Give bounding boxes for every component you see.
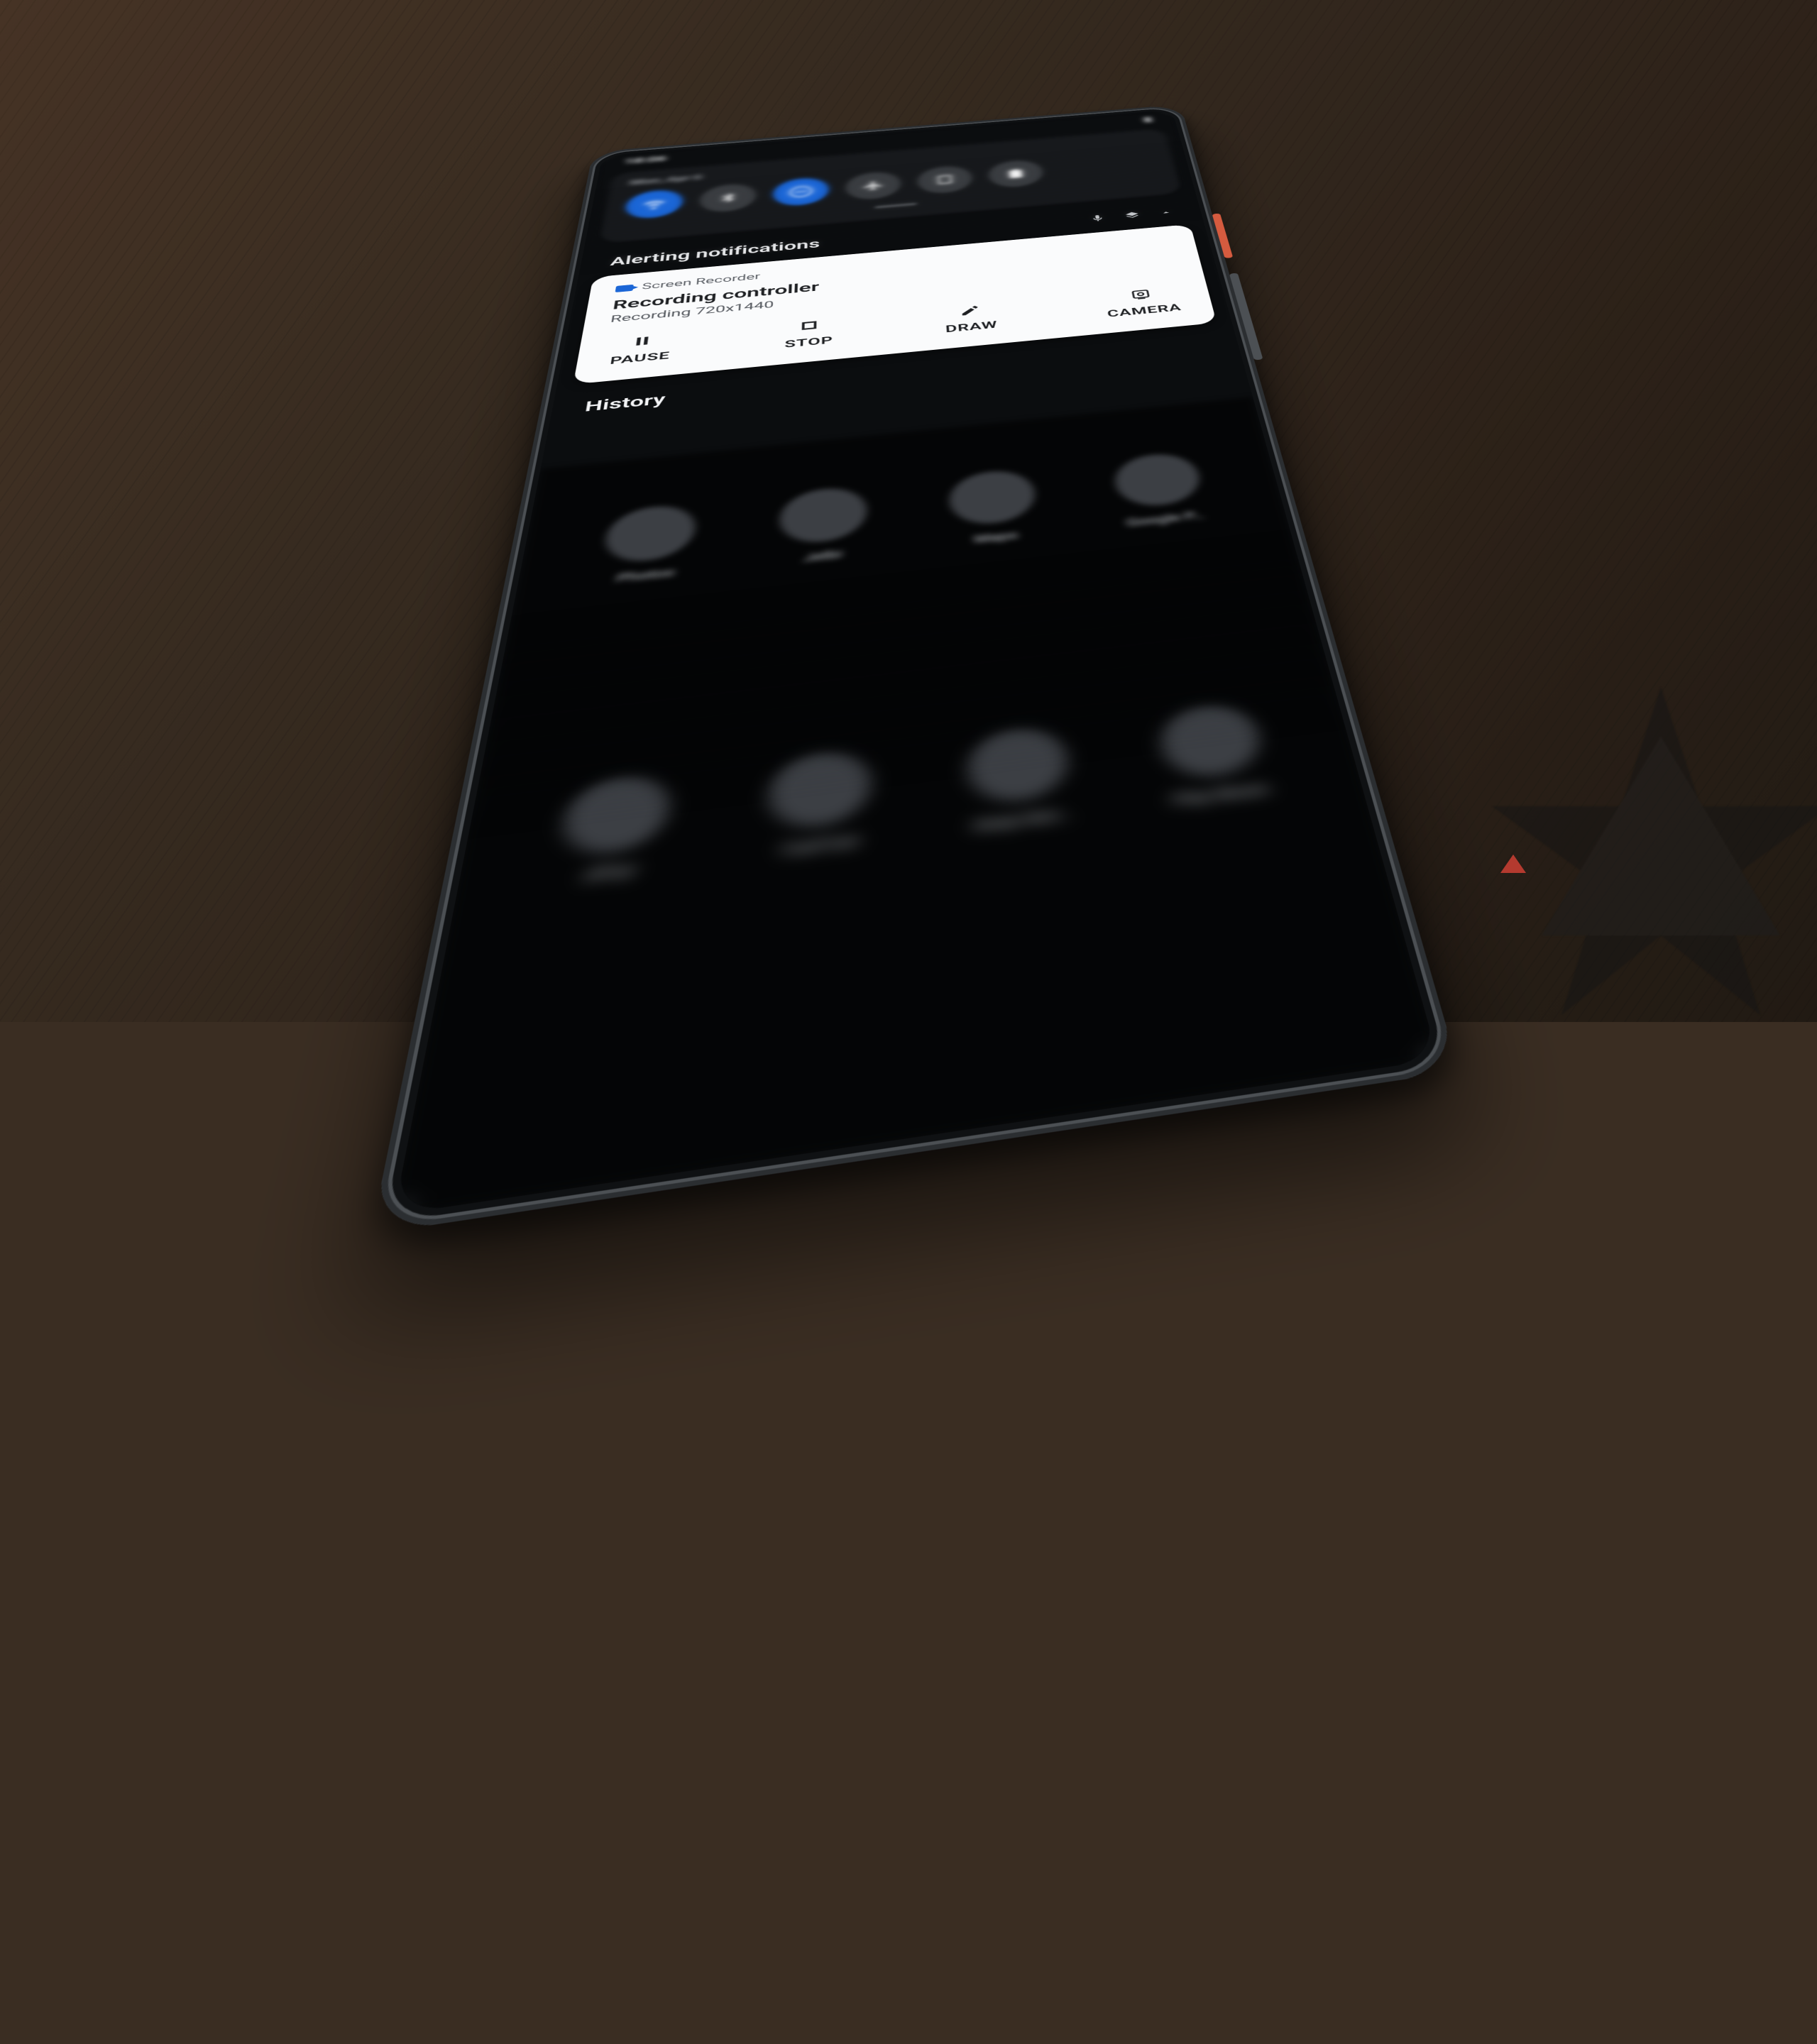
app-label: Jelbi	[803, 547, 842, 564]
stop-label: STOP	[784, 334, 833, 350]
camera-label: CAMERA	[1107, 302, 1182, 319]
layers-icon[interactable]	[1124, 211, 1141, 222]
draw-button[interactable]: DRAW	[944, 302, 999, 335]
battery-icon: ▮	[1143, 115, 1153, 123]
qs-dnd[interactable]	[772, 176, 828, 207]
pencil-icon	[957, 303, 983, 319]
home-grid-dimmed: Photos Jelbi Maps Google P… GPay TickTic…	[394, 397, 1439, 1214]
qs-bluetooth[interactable]	[698, 182, 757, 214]
app-label: Play Music	[1172, 780, 1271, 809]
qs-wifi[interactable]	[624, 188, 684, 220]
pause-icon	[628, 333, 656, 349]
qs-drag-handle[interactable]	[875, 203, 917, 208]
collapse-icon[interactable]	[1158, 207, 1175, 219]
stop-icon	[796, 318, 822, 334]
pause-label: PAUSE	[609, 349, 670, 366]
qs-rotation[interactable]	[917, 165, 973, 195]
status-time: 18:06	[624, 154, 667, 166]
camera-icon	[1127, 287, 1154, 302]
stop-button[interactable]: STOP	[784, 317, 833, 350]
camera-button[interactable]: CAMERA	[1103, 285, 1182, 319]
app-label: Keep Not…	[974, 805, 1073, 835]
draw-label: DRAW	[945, 319, 998, 335]
qs-airplane[interactable]	[846, 170, 901, 201]
app-label: TickTick	[779, 832, 858, 859]
app-label: Photos	[616, 566, 675, 585]
app-label: GPay	[583, 860, 636, 885]
pause-button[interactable]: PAUSE	[609, 331, 673, 367]
watermark-red-triangle	[1500, 855, 1526, 873]
qs-battery-saver[interactable]	[987, 159, 1045, 189]
videocam-icon	[615, 285, 634, 292]
app-label: Maps	[974, 529, 1019, 546]
app-label: Google P…	[1125, 508, 1204, 529]
mic-icon[interactable]	[1089, 214, 1107, 225]
